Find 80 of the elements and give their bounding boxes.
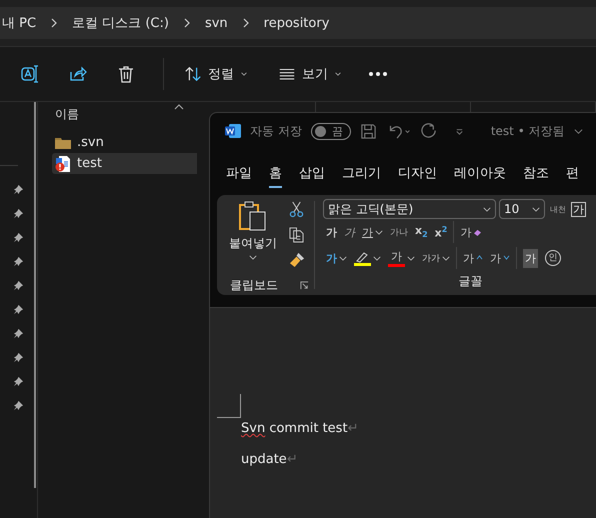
subscript-button[interactable]: x$_{2}$ xyxy=(412,224,431,240)
group-label: 클립보드 xyxy=(230,276,278,294)
autosave-toggle[interactable]: 끔 xyxy=(310,122,351,140)
font-color-button[interactable]: 가 xyxy=(384,249,418,267)
pin-icon[interactable] xyxy=(13,328,24,339)
font-name-dropdown[interactable]: 맑은 고딕(본문) xyxy=(322,199,496,219)
document-title[interactable]: test • 저장됨 xyxy=(490,122,565,140)
format-painter-icon[interactable] xyxy=(289,251,306,268)
pin-icon[interactable] xyxy=(13,304,24,315)
pin-icon[interactable] xyxy=(13,400,24,411)
caret-icon xyxy=(482,206,491,212)
customize-icon[interactable] xyxy=(454,126,464,136)
word-logo-icon xyxy=(225,123,241,139)
text-effects-button[interactable]: 가 xyxy=(322,250,350,266)
file-row[interactable]: .svn xyxy=(52,132,197,153)
more-icon[interactable] xyxy=(368,71,388,77)
ribbon-tab[interactable]: 편 xyxy=(566,160,579,188)
strikethrough-button[interactable]: 가나 xyxy=(386,226,411,238)
margin-corner-mark xyxy=(217,394,241,418)
paste-button[interactable]: 붙여넣기 xyxy=(217,195,281,275)
file-row[interactable]: test xyxy=(52,153,197,174)
font-size-dropdown[interactable]: 10 xyxy=(498,199,545,219)
ribbon-tab[interactable]: 레이아웃 xyxy=(454,160,506,188)
paragraph: update↵ xyxy=(241,452,299,467)
underline-button[interactable]: 가 xyxy=(358,224,386,240)
pin-icon[interactable] xyxy=(13,208,24,219)
bold-button[interactable]: 가 xyxy=(322,224,340,240)
italic-button[interactable]: 가 xyxy=(340,224,358,240)
rename-icon[interactable] xyxy=(20,64,40,84)
ribbon-tab[interactable]: 그리기 xyxy=(342,160,381,188)
dialog-launcher-icon[interactable] xyxy=(300,280,309,290)
breadcrumb[interactable]: 내 PC xyxy=(2,14,36,32)
grow-font-button[interactable]: 가 xyxy=(460,250,486,266)
caret-icon xyxy=(334,70,342,78)
caret-icon xyxy=(249,255,257,260)
breadcrumb[interactable]: 로컬 디스크 (C:) xyxy=(72,14,169,32)
pin-icon[interactable] xyxy=(13,256,24,267)
sort-button[interactable]: 정렬 xyxy=(178,61,254,87)
change-case-button[interactable]: 가가 xyxy=(418,252,453,264)
address-bar[interactable]: 내 PC 로컬 디스크 (C:) svn repository xyxy=(0,7,596,39)
chevron-icon xyxy=(182,17,191,29)
clear-format-button[interactable]: 가 xyxy=(457,224,486,240)
copy-icon[interactable] xyxy=(289,226,304,243)
breadcrumb[interactable]: svn xyxy=(204,16,228,30)
character-border-button[interactable]: 가 xyxy=(570,202,586,216)
autosave-label: 자동 저장 xyxy=(250,122,302,140)
clipboard-icon xyxy=(238,200,268,232)
shrink-font-button[interactable]: 가 xyxy=(486,250,513,266)
pin-icon[interactable] xyxy=(13,352,24,363)
ribbon-tab[interactable]: 디자인 xyxy=(398,160,437,188)
ribbon-tab[interactable]: 삽입 xyxy=(299,160,325,188)
column-header[interactable]: 이름 xyxy=(55,106,79,122)
chevron-icon xyxy=(50,17,58,29)
chevron-icon xyxy=(242,17,250,29)
cut-icon[interactable] xyxy=(289,201,304,218)
pin-icon[interactable] xyxy=(13,376,24,387)
folder-icon xyxy=(55,136,71,150)
pin-icon[interactable] xyxy=(13,184,24,195)
pin-icon[interactable] xyxy=(13,280,24,291)
sort-icon xyxy=(184,65,202,83)
redo-icon[interactable] xyxy=(420,122,438,140)
eraser-icon xyxy=(473,228,482,236)
superscript-button[interactable]: x$^{2}$ xyxy=(432,224,450,240)
phonetic-guide-button[interactable]: 내천 xyxy=(548,204,568,214)
pin-icon[interactable] xyxy=(13,232,24,243)
view-button[interactable]: 보기 xyxy=(272,61,348,87)
ribbon-tab[interactable]: 참조 xyxy=(523,160,549,188)
document-warning-icon xyxy=(55,156,71,172)
caret-icon xyxy=(240,70,248,78)
group-label: 글꼴 xyxy=(458,272,482,290)
caret-icon xyxy=(532,206,540,212)
delete-icon[interactable] xyxy=(116,64,136,84)
paragraph: Svn commit test↵ xyxy=(241,421,360,436)
highlighter-icon xyxy=(354,250,370,262)
chevron-down-icon[interactable] xyxy=(574,126,583,136)
ribbon-tab[interactable]: 파일 xyxy=(226,160,252,188)
ribbon-tab[interactable]: 홈 xyxy=(269,160,282,188)
save-icon[interactable] xyxy=(360,122,377,140)
breadcrumb[interactable]: repository xyxy=(264,16,330,30)
sort-caret-icon xyxy=(174,104,184,110)
